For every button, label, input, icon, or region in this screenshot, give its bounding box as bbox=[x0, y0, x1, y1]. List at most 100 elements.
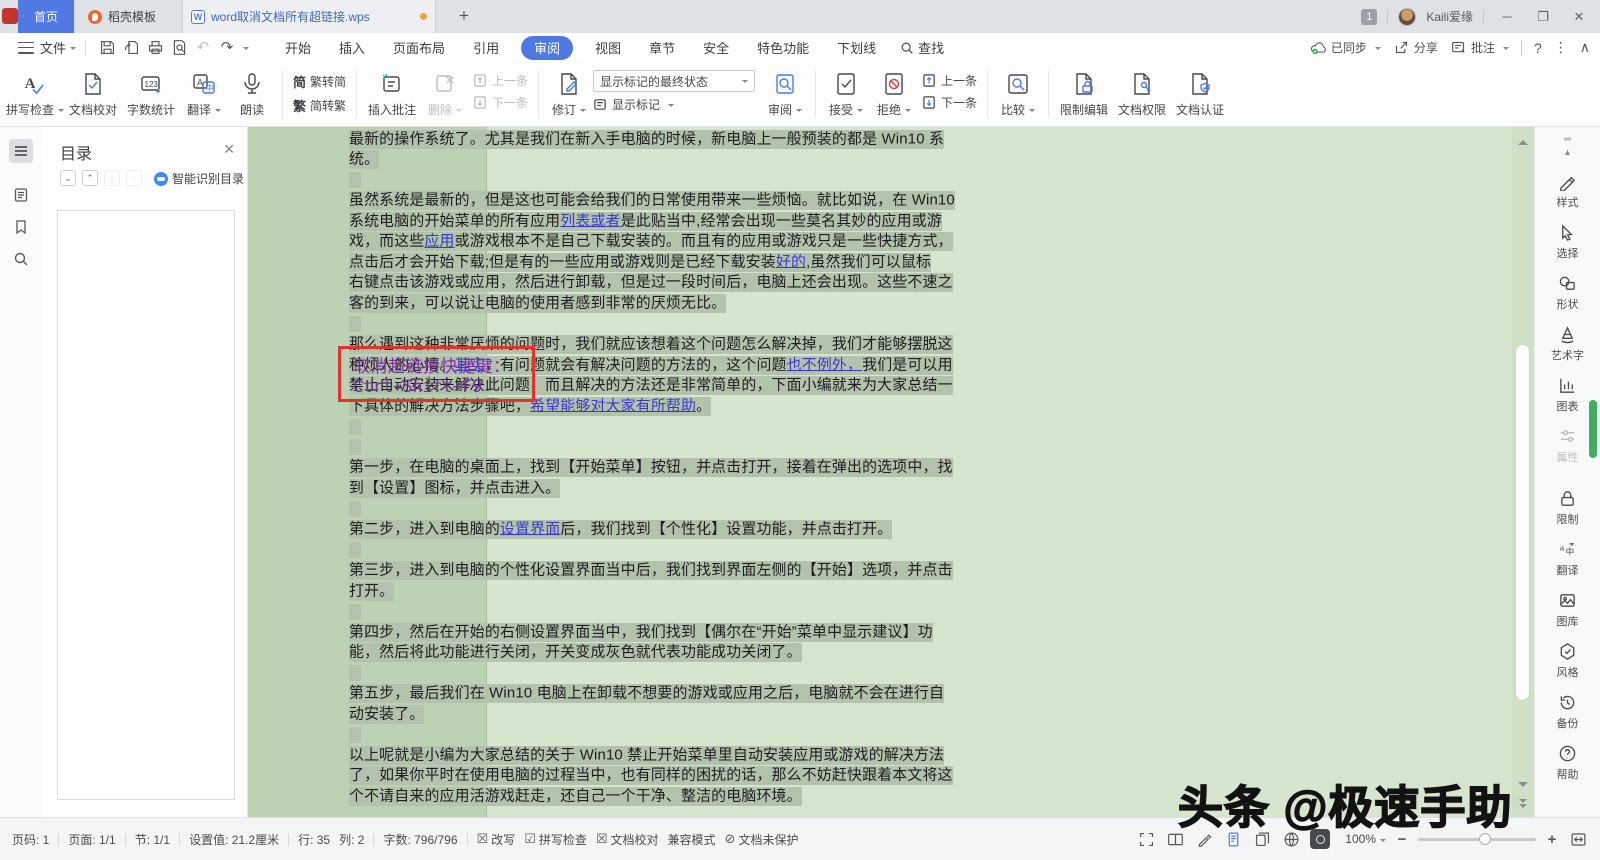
template-tab[interactable]: 稻壳模板 bbox=[80, 0, 172, 33]
print-preview-button[interactable] bbox=[167, 37, 191, 59]
next-comment-button[interactable]: 下一条 bbox=[473, 94, 528, 111]
accept-revision-button[interactable]: 接受 bbox=[822, 68, 870, 118]
scroll-up-icon[interactable] bbox=[1518, 135, 1528, 145]
notes-panel-button[interactable] bbox=[9, 183, 33, 207]
minimize-button[interactable]: ─ bbox=[1494, 9, 1520, 24]
spell-check-toggle[interactable]: ☑拼写检查 bbox=[524, 831, 587, 848]
hamburger-icon[interactable] bbox=[18, 42, 34, 54]
sidebar-item-chart[interactable]: 图表 bbox=[1557, 376, 1579, 414]
toc-panel-button[interactable] bbox=[9, 139, 33, 163]
tab-security[interactable]: 安全 bbox=[689, 33, 743, 62]
translate-button[interactable]: A中 翻译 bbox=[180, 68, 228, 118]
scroll-down-icon[interactable] bbox=[1518, 782, 1528, 792]
insert-comment-button[interactable]: 插入批注 bbox=[363, 68, 421, 118]
notification-badge[interactable]: 1 bbox=[1361, 9, 1377, 25]
help-button[interactable]: ? bbox=[1534, 40, 1542, 56]
simplified-to-traditional-button[interactable]: 繁简转繁 bbox=[293, 96, 346, 115]
comment-menu-button[interactable]: 批注 bbox=[1450, 39, 1509, 56]
sidebar-item-backup[interactable]: 备份 bbox=[1557, 693, 1579, 731]
sidebar-item-styles[interactable]: 样式 bbox=[1557, 172, 1579, 210]
collapse-ribbon-button[interactable]: ∧ bbox=[1580, 39, 1590, 56]
tab-page-layout[interactable]: 页面布局 bbox=[379, 33, 459, 62]
proofread-button[interactable]: 文档校对 bbox=[64, 68, 122, 118]
document-certification-button[interactable]: 文档认证 bbox=[1171, 68, 1229, 118]
next-revision-button[interactable]: 下一条 bbox=[922, 94, 977, 111]
hyperlink-text[interactable]: 应用 bbox=[424, 232, 454, 251]
read-aloud-button[interactable]: 朗读 bbox=[228, 68, 276, 118]
sidebar-item-help[interactable]: 帮助 bbox=[1557, 744, 1579, 782]
fit-window-button[interactable] bbox=[1568, 829, 1588, 849]
word-count-label[interactable]: 字数: 796/796 bbox=[383, 831, 457, 848]
tab-section[interactable]: 章节 bbox=[635, 33, 689, 62]
tab-view[interactable]: 视图 bbox=[581, 33, 635, 62]
document-lines[interactable]: 最新的操作系统了。尤其是我们在新入手电脑的时候，新电脑上一般预装的都是 Win1… bbox=[349, 129, 929, 807]
new-tab-button[interactable]: + bbox=[452, 4, 476, 28]
document-tab[interactable]: W word取消文档所有超链接.wps bbox=[182, 0, 436, 33]
hyperlink-text[interactable]: 列表或者 bbox=[560, 212, 620, 231]
redo-button[interactable]: ↷ bbox=[215, 37, 239, 59]
zoom-slider[interactable] bbox=[1418, 838, 1536, 841]
fullscreen-button[interactable] bbox=[1136, 829, 1156, 849]
show-markup-button[interactable]: 显示标记 bbox=[593, 96, 755, 113]
traditional-to-simplified-button[interactable]: 简繁转简 bbox=[293, 72, 346, 91]
chevron-down-icon[interactable] bbox=[243, 47, 249, 53]
share-button[interactable]: 分享 bbox=[1393, 39, 1438, 56]
restrict-editing-button[interactable]: 限制编辑 bbox=[1055, 68, 1113, 118]
reject-revision-button[interactable]: 拒绝 bbox=[870, 68, 918, 118]
export-button[interactable] bbox=[119, 37, 143, 59]
next-page-icon[interactable] bbox=[1518, 799, 1528, 809]
restore-button[interactable]: ❐ bbox=[1530, 9, 1556, 25]
sidebar-item-style[interactable]: 风格 bbox=[1557, 642, 1579, 680]
hyperlink-text[interactable]: 也不例外， bbox=[787, 356, 862, 375]
toc-expand-button[interactable]: ⌄ bbox=[60, 170, 76, 186]
user-avatar[interactable] bbox=[1398, 8, 1416, 26]
proofread-toggle[interactable]: ☒文档校对 bbox=[596, 831, 659, 848]
toc-empty-list[interactable] bbox=[57, 210, 235, 800]
tab-insert[interactable]: 插入 bbox=[325, 33, 379, 62]
track-changes-button[interactable]: 修订 bbox=[545, 68, 593, 118]
previous-comment-button[interactable]: 上一条 bbox=[473, 72, 528, 89]
sidebar-item-shapes[interactable]: 形状 bbox=[1557, 274, 1579, 312]
spell-check-button[interactable]: A 拼写检查 bbox=[6, 68, 64, 118]
tab-start[interactable]: 开始 bbox=[271, 33, 325, 62]
sidebar-item-wordart[interactable]: 艺术字 bbox=[1551, 325, 1584, 363]
zoom-in-button[interactable]: + bbox=[1545, 831, 1559, 848]
search-panel-button[interactable] bbox=[9, 247, 33, 271]
compat-mode-label[interactable]: 兼容模式 bbox=[668, 831, 716, 848]
sidebar-item-restrict[interactable]: 限制 bbox=[1557, 489, 1579, 527]
tab-special-features[interactable]: 特色功能 bbox=[743, 33, 823, 62]
scrollbar-thumb[interactable] bbox=[1516, 345, 1529, 700]
file-menu[interactable]: 文件 bbox=[40, 38, 66, 57]
sidebar-collapse-icon[interactable]: ═▴ bbox=[1564, 133, 1571, 159]
hyperlink-text[interactable]: 设置界面 bbox=[500, 520, 560, 539]
vertical-scrollbar[interactable] bbox=[1512, 127, 1534, 817]
sidebar-item-select[interactable]: 选择 bbox=[1557, 223, 1579, 261]
hyperlink-text[interactable]: 希望能够对大家有所帮助 bbox=[530, 397, 696, 416]
tab-references[interactable]: 引用 bbox=[459, 33, 513, 62]
print-button[interactable] bbox=[143, 37, 167, 59]
previous-revision-button[interactable]: 上一条 bbox=[922, 72, 977, 89]
bookmark-panel-button[interactable] bbox=[9, 215, 33, 239]
tab-underline[interactable]: 下划线 bbox=[823, 33, 890, 62]
toc-minus-button[interactable]: − bbox=[126, 170, 142, 186]
document-permission-button[interactable]: 文档权限 bbox=[1113, 68, 1171, 118]
hyperlink-text[interactable]: 好的 bbox=[776, 253, 806, 272]
protection-label[interactable]: ⊘文档未保护 bbox=[725, 831, 799, 848]
smart-toc-button[interactable]: 智能识别目录 bbox=[154, 170, 244, 187]
find-button[interactable]: 查找 bbox=[890, 38, 954, 57]
tab-review[interactable]: 审阅 bbox=[521, 36, 573, 60]
toc-plus-button[interactable]: + bbox=[104, 170, 120, 186]
sidebar-item-properties[interactable]: 属性 bbox=[1557, 427, 1579, 465]
sidebar-scroll-indicator[interactable] bbox=[1589, 400, 1597, 458]
word-count-button[interactable]: 123 字数统计 bbox=[122, 68, 180, 118]
more-button[interactable]: ⋮ bbox=[1554, 39, 1568, 56]
close-icon[interactable]: ✕ bbox=[223, 141, 235, 158]
markup-state-select[interactable]: 显示标记的最终状态 bbox=[593, 70, 755, 92]
review-button[interactable]: 审阅 bbox=[761, 68, 809, 118]
compare-button[interactable]: 比较 bbox=[994, 68, 1042, 118]
close-button[interactable]: ✕ bbox=[1566, 9, 1592, 25]
toc-collapse-button[interactable]: ⌃ bbox=[82, 170, 98, 186]
delete-comment-button[interactable]: 删除 bbox=[421, 68, 469, 118]
home-tab[interactable]: 首页 bbox=[18, 0, 74, 33]
sidebar-item-translate[interactable]: a中翻译 bbox=[1557, 540, 1579, 578]
